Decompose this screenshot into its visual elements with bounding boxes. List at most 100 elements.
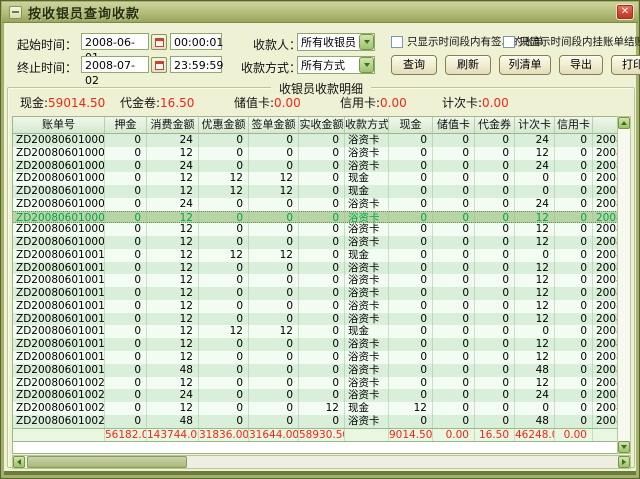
list-button[interactable]: 列清单 (499, 55, 551, 75)
column-header[interactable]: 代金券 (475, 117, 515, 133)
table-row[interactable]: ZD200806010007012000浴资卡0001202008-0 (13, 211, 618, 224)
column-header[interactable]: 计次卡 (515, 117, 555, 133)
vertical-scrollbar[interactable] (617, 116, 631, 454)
table-cell: 24 (515, 198, 555, 211)
start-time-input[interactable]: 00:00:01 (170, 33, 222, 50)
table-cell: 0 (199, 300, 249, 313)
payee-select[interactable]: 所有收银员 (297, 33, 375, 51)
table-cell: 0 (555, 300, 593, 313)
table-row[interactable]: ZD200806010018012000浴资卡0001202008-0 (13, 351, 618, 364)
table-cell: 0 (555, 287, 593, 300)
column-header[interactable]: 储值卡 (433, 117, 475, 133)
table-row[interactable]: ZD200806010001024000浴资卡0002402008-0 (13, 134, 618, 147)
table-row[interactable]: ZD20080601001001212120现金000002008-0 (13, 249, 618, 262)
table-row[interactable]: ZD200806010013012000浴资卡0001202008-0 (13, 287, 618, 300)
print-button[interactable]: 打印 (611, 55, 640, 75)
column-header[interactable] (593, 117, 618, 133)
table-cell: 0 (389, 249, 433, 262)
table-row[interactable]: ZD200806010017012000浴资卡0001202008-0 (13, 338, 618, 351)
table-cell: ZD200806010007 (13, 212, 105, 223)
table-cell: 浴资卡 (345, 415, 389, 428)
end-date-calendar-button[interactable] (151, 57, 167, 73)
table-cell: 0 (299, 389, 345, 402)
refresh-button[interactable]: 刷新 (445, 55, 491, 75)
table-row[interactable]: ZD200806010012012000浴资卡0001202008-0 (13, 274, 618, 287)
table-cell: 24 (147, 134, 199, 147)
column-header[interactable]: 账单号 (13, 117, 105, 133)
scroll-down-icon[interactable] (618, 441, 630, 453)
table-cell: 现金 (345, 185, 389, 198)
column-header[interactable]: 优惠金额 (199, 117, 249, 133)
table-cell: 12 (199, 172, 249, 185)
column-header[interactable]: 实收金额 (299, 117, 345, 133)
table-row[interactable]: ZD20080601000401212120现金000002008-0 (13, 172, 618, 185)
end-date-input[interactable]: 2008-07-02 (81, 56, 149, 73)
scroll-up-icon[interactable] (618, 117, 630, 129)
table-row[interactable]: ZD200806010011012000浴资卡0001202008-0 (13, 262, 618, 275)
start-date-input[interactable]: 2008-06-01 (81, 33, 149, 50)
table-row[interactable]: ZD200806010015012000浴资卡0001202008-0 (13, 313, 618, 326)
start-date-calendar-button[interactable] (151, 34, 167, 50)
summary-value: 0.00 (274, 96, 301, 110)
table-cell: ZD200806010008 (13, 223, 105, 236)
export-button[interactable]: 导出 (559, 55, 603, 75)
horizontal-scrollbar[interactable] (12, 455, 631, 469)
table-cell: 0 (433, 364, 475, 377)
table-row[interactable]: ZD200806010014012000浴资卡0001202008-0 (13, 300, 618, 313)
table-cell: 0 (555, 212, 593, 223)
table-cell: 0 (299, 262, 345, 275)
column-header[interactable]: 消费金额 (147, 117, 199, 133)
column-header[interactable]: 信用卡 (555, 117, 593, 133)
table-cell: 12 (515, 274, 555, 287)
table-row[interactable]: ZD200806010006024000浴资卡0002402008-0 (13, 198, 618, 211)
method-label: 收款方式： (241, 59, 301, 76)
table-cell: 12 (515, 262, 555, 275)
table-cell: 0 (389, 287, 433, 300)
table-cell: 0 (555, 377, 593, 390)
totals-cell: 9014.50 (389, 429, 433, 441)
table-row[interactable]: ZD200806010021024000浴资卡0002402008-0 (13, 389, 618, 402)
table-cell: 0 (475, 147, 515, 160)
horizontal-scroll-thumb[interactable] (27, 456, 187, 468)
table-row[interactable]: ZD200806010019048000浴资卡0004802008-0 (13, 364, 618, 377)
table-cell: 0 (433, 172, 475, 185)
column-header[interactable]: 收款方式 (345, 117, 389, 133)
table-row[interactable]: ZD20080601000501212120现金000002008-0 (13, 185, 618, 198)
table-cell: 0 (299, 351, 345, 364)
table-cell: 12 (199, 325, 249, 338)
table-cell: ZD200806010005 (13, 185, 105, 198)
table-row[interactable]: ZD200806010002012000浴资卡0001202008-0 (13, 147, 618, 160)
totals-cell: 56182.00 (105, 429, 147, 441)
table-cell: 0 (433, 415, 475, 428)
scroll-right-icon[interactable] (618, 456, 630, 468)
method-select[interactable]: 所有方式 (297, 56, 375, 74)
end-time-input[interactable]: 23:59:59 (170, 56, 222, 73)
column-header[interactable]: 签单金额 (249, 117, 299, 133)
chevron-down-icon[interactable] (359, 57, 374, 73)
chevron-down-icon[interactable] (359, 34, 374, 50)
table-row[interactable]: ZD20080601001601212120现金000002008-0 (13, 325, 618, 338)
table-row[interactable]: ZD200806010020012000浴资卡0001202008-0 (13, 377, 618, 390)
table-cell: 12 (199, 185, 249, 198)
summary-label: 信用卡: (340, 96, 380, 110)
credit-settle-checkbox-row: 只显示时间段内挂账单结账 (503, 34, 640, 49)
table-row[interactable]: ZD200806010023048000浴资卡0004802008-0 (13, 415, 618, 428)
credit-settle-checkbox[interactable] (503, 36, 515, 48)
table-cell: 2008-0 (593, 147, 618, 160)
table-cell: 12 (249, 172, 299, 185)
table-row[interactable]: ZD200806010009012000浴资卡0001202008-0 (13, 236, 618, 249)
table-row[interactable]: ZD200806010008012000浴资卡0001202008-0 (13, 223, 618, 236)
summary-item: 代金卷:16.50 (120, 94, 194, 111)
scroll-left-icon[interactable] (13, 456, 25, 468)
query-button[interactable]: 查询 (391, 55, 437, 75)
table-cell: 浴资卡 (345, 147, 389, 160)
close-button[interactable]: ✕ (616, 4, 634, 20)
table-row[interactable]: ZD200806010003024000浴资卡0002402008-0 (13, 160, 618, 173)
column-header[interactable]: 押金 (105, 117, 147, 133)
signed-bills-checkbox[interactable] (391, 36, 403, 48)
summary-value: 0.00 (380, 96, 407, 110)
table-row[interactable]: ZD2008060100220120012现金1200002008-0 (13, 402, 618, 415)
table-cell: 0 (475, 415, 515, 428)
table-cell: 12 (515, 300, 555, 313)
column-header[interactable]: 现金 (389, 117, 433, 133)
